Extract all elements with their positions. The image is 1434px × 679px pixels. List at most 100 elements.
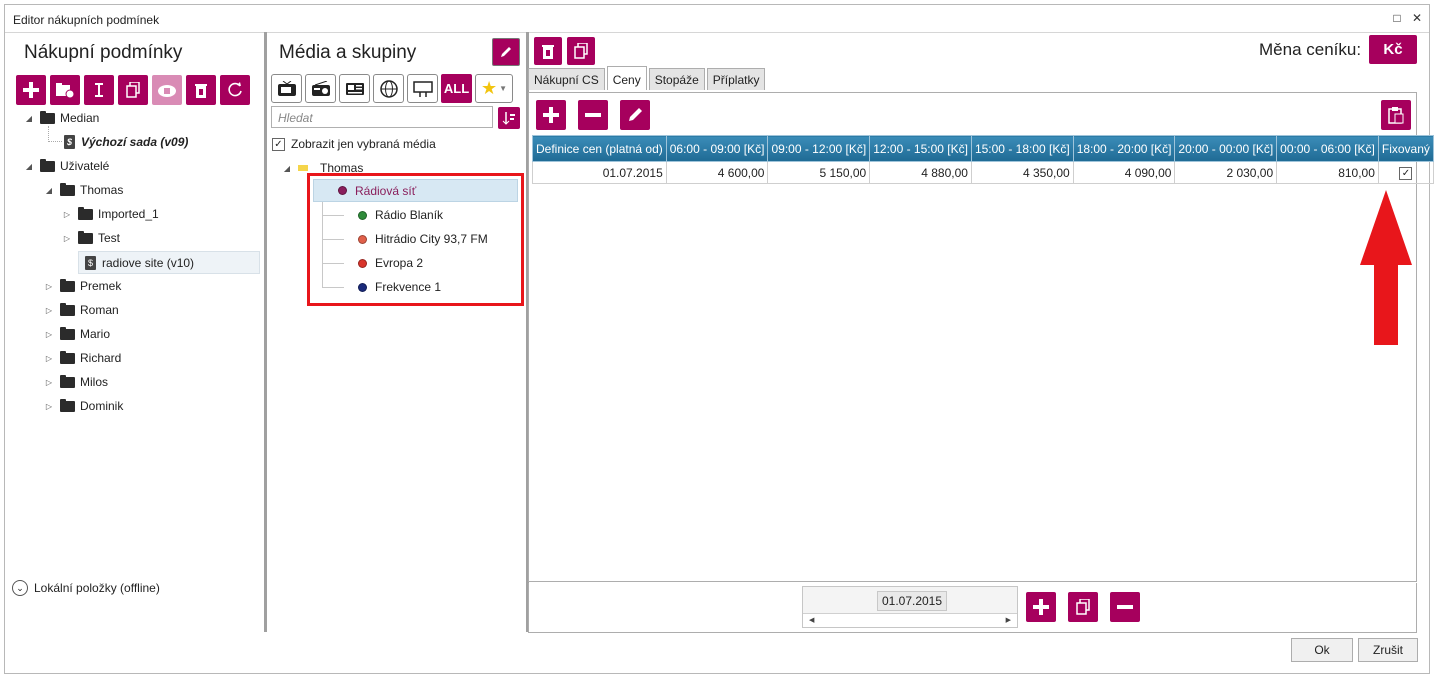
- scroll-right-icon[interactable]: ▶: [1006, 616, 1011, 624]
- collapsed-icon[interactable]: ▷: [62, 233, 72, 243]
- collapsed-icon[interactable]: ▷: [62, 209, 72, 219]
- media-network-radio[interactable]: Rádiová síť: [313, 179, 518, 202]
- delete-button[interactable]: [186, 75, 216, 105]
- expanded-icon[interactable]: ◢: [24, 113, 34, 123]
- station-item[interactable]: Rádio Blaník: [322, 205, 443, 225]
- column-header[interactable]: 15:00 - 18:00 [Kč]: [970, 135, 1074, 162]
- column-header[interactable]: 09:00 - 12:00 [Kč]: [767, 135, 871, 162]
- fixed-cell[interactable]: ✓: [1377, 161, 1434, 184]
- tab-nakupni-cs[interactable]: Nákupní CS: [528, 68, 605, 90]
- column-header[interactable]: 00:00 - 06:00 [Kč]: [1276, 135, 1379, 162]
- folder-icon: [60, 374, 75, 388]
- add-row-button[interactable]: [536, 100, 566, 130]
- station-item[interactable]: Evropa 2: [322, 253, 423, 273]
- add-date-button[interactable]: [1026, 592, 1056, 622]
- column-header[interactable]: 06:00 - 09:00 [Kč]: [665, 135, 769, 162]
- column-header[interactable]: 20:00 - 00:00 [Kč]: [1174, 135, 1278, 162]
- collapsed-icon[interactable]: ▷: [44, 305, 54, 315]
- currency-button[interactable]: Kč: [1369, 35, 1417, 64]
- press-icon[interactable]: [339, 74, 370, 103]
- table-cell[interactable]: 4 600,00: [665, 161, 769, 184]
- tab-priplatky[interactable]: Příplatky: [706, 68, 766, 90]
- tree-node-premek[interactable]: ▷ Premek: [44, 276, 121, 296]
- chevron-down-icon[interactable]: ⌄: [12, 580, 28, 596]
- tree-node-thomas[interactable]: ◢ Thomas: [44, 180, 123, 200]
- tree-node-radio-sites[interactable]: $ radiove site (v10): [78, 251, 260, 274]
- table-cell[interactable]: 01.07.2015: [532, 161, 667, 184]
- horizontal-scrollbar[interactable]: ◀ ▶: [803, 613, 1017, 627]
- fixed-checkbox[interactable]: ✓: [1399, 167, 1413, 180]
- tree-node-test[interactable]: ▷ Test: [62, 228, 120, 248]
- search-input[interactable]: Hledat: [271, 106, 493, 128]
- remove-row-button[interactable]: [578, 100, 608, 130]
- delete-pricelist-button[interactable]: [534, 37, 562, 65]
- tree-node-users[interactable]: ◢ Uživatelé: [24, 156, 109, 176]
- rename-button[interactable]: [84, 75, 114, 105]
- offline-items-toggle[interactable]: ⌄ Lokální položky (offline): [12, 580, 160, 596]
- column-header[interactable]: Definice cen (platná od): [532, 135, 667, 162]
- table-cell[interactable]: 810,00: [1276, 161, 1379, 184]
- edit-row-button[interactable]: [620, 100, 650, 130]
- date-list[interactable]: 01.07.2015 ◀ ▶: [802, 586, 1018, 628]
- expanded-icon[interactable]: ◢: [282, 163, 292, 173]
- column-header[interactable]: Fixovaný: [1377, 135, 1434, 162]
- tree-label: Imported_1: [98, 207, 159, 221]
- copy-date-button[interactable]: [1068, 592, 1098, 622]
- copy-button[interactable]: [118, 75, 148, 105]
- ooh-icon[interactable]: [407, 74, 438, 103]
- checkbox-checked-icon[interactable]: ✓: [272, 137, 285, 151]
- show-selected-checkbox[interactable]: ✓ Zobrazit jen vybraná média: [272, 134, 436, 154]
- tree-label: Dominik: [80, 399, 124, 413]
- panel-splitter[interactable]: [264, 32, 267, 632]
- collapsed-icon[interactable]: ▷: [44, 377, 54, 387]
- tree-node-imported[interactable]: ▷ Imported_1: [62, 204, 159, 224]
- table-cell[interactable]: 4 880,00: [869, 161, 972, 184]
- cloud-save-button[interactable]: [152, 75, 182, 105]
- tree-node-mario[interactable]: ▷ Mario: [44, 324, 110, 344]
- station-item[interactable]: Frekvence 1: [322, 277, 441, 297]
- folder-icon: [60, 350, 75, 364]
- scroll-left-icon[interactable]: ◀: [809, 616, 814, 624]
- close-icon[interactable]: ✕: [1409, 10, 1425, 26]
- tree-node-richard[interactable]: ▷ Richard: [44, 348, 121, 368]
- tree-node-roman[interactable]: ▷ Roman: [44, 300, 119, 320]
- all-media-button[interactable]: ALL: [441, 74, 472, 103]
- collapsed-icon[interactable]: ▷: [44, 401, 54, 411]
- table-cell[interactable]: 4 350,00: [970, 161, 1074, 184]
- column-header[interactable]: 12:00 - 15:00 [Kč]: [869, 135, 972, 162]
- collapsed-icon[interactable]: ▷: [44, 329, 54, 339]
- table-cell[interactable]: 2 030,00: [1174, 161, 1278, 184]
- table-cell[interactable]: 4 090,00: [1072, 161, 1176, 184]
- collapsed-icon[interactable]: ▷: [44, 281, 54, 291]
- table-cell[interactable]: 5 150,00: [767, 161, 871, 184]
- expanded-icon[interactable]: ◢: [24, 161, 34, 171]
- tab-stopaze[interactable]: Stopáže: [648, 68, 705, 90]
- table-row[interactable]: 01.07.2015 4 600,00 5 150,00 4 880,00 4 …: [532, 161, 1434, 184]
- sort-button[interactable]: [498, 107, 520, 129]
- cancel-button[interactable]: Zrušit: [1358, 638, 1418, 662]
- add-button[interactable]: [16, 75, 46, 105]
- tree-node-milos[interactable]: ▷ Milos: [44, 372, 108, 392]
- column-header[interactable]: 18:00 - 20:00 [Kč]: [1072, 135, 1176, 162]
- radio-icon[interactable]: [305, 74, 336, 103]
- offline-label: Lokální položky (offline): [34, 581, 160, 595]
- edit-media-button[interactable]: [492, 38, 520, 66]
- remove-date-button[interactable]: [1110, 592, 1140, 622]
- tv-icon[interactable]: [271, 74, 302, 103]
- tree-node-median[interactable]: ◢ Median: [24, 108, 99, 128]
- station-item[interactable]: Hitrádio City 93,7 FM: [322, 229, 488, 249]
- copy-pricelist-button[interactable]: [567, 37, 595, 65]
- web-icon[interactable]: [373, 74, 404, 103]
- tree-node-default-set[interactable]: $ Výchozí sada (v09): [64, 132, 188, 152]
- refresh-button[interactable]: [220, 75, 250, 105]
- tab-ceny[interactable]: Ceny: [606, 66, 647, 90]
- paste-button[interactable]: [1381, 100, 1411, 130]
- new-folder-button[interactable]: [50, 75, 80, 105]
- collapsed-icon[interactable]: ▷: [44, 353, 54, 363]
- expanded-icon[interactable]: ◢: [44, 185, 54, 195]
- tree-node-dominik[interactable]: ▷ Dominik: [44, 396, 123, 416]
- date-item[interactable]: 01.07.2015: [877, 591, 947, 611]
- favorites-dropdown[interactable]: ★ ▼: [475, 74, 513, 103]
- maximize-icon[interactable]: □: [1389, 10, 1405, 26]
- ok-button[interactable]: Ok: [1291, 638, 1353, 662]
